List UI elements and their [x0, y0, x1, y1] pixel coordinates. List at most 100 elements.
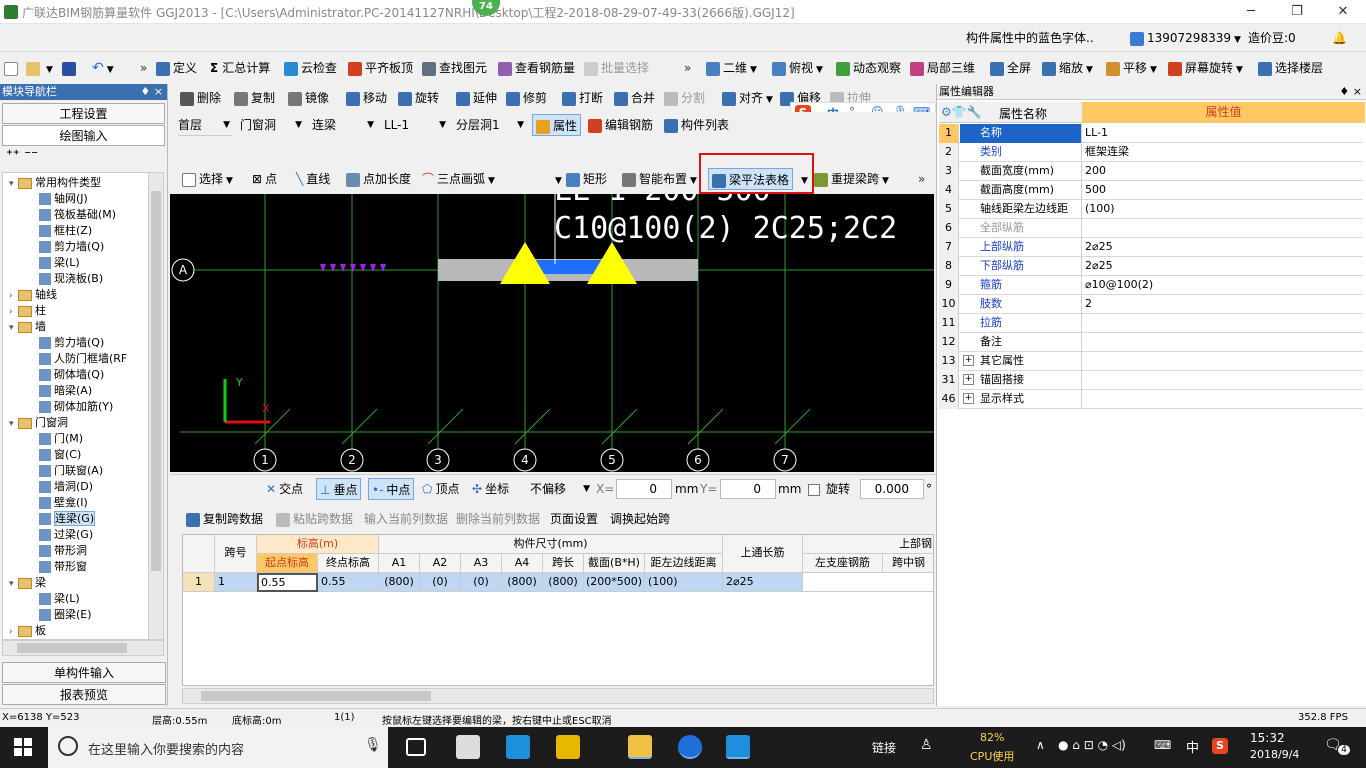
tree-folder[interactable]: ▾ 墙 [9, 319, 46, 335]
move-button[interactable]: 移动 [346, 87, 387, 109]
dynamic-view-button[interactable]: 动态观察 [836, 57, 901, 79]
overflow-chevron-icon-3[interactable]: » [918, 168, 925, 190]
property-value[interactable] [1082, 390, 1363, 409]
property-value[interactable] [1082, 219, 1363, 238]
zoom-dropdown[interactable]: 缩放 ▼ [1042, 57, 1093, 79]
expand-icon[interactable]: › [9, 624, 18, 639]
tree-item[interactable]: 剪力墙(Q) [39, 335, 104, 351]
delete-button[interactable]: 删除 [180, 87, 221, 109]
tree-item[interactable]: 圈梁(E) [39, 607, 92, 623]
property-value[interactable] [1082, 352, 1363, 371]
task-view-icon[interactable] [406, 738, 426, 756]
type-select[interactable]: 连梁 ▼ [312, 114, 376, 136]
collapse-icon[interactable]: ▾ [9, 416, 18, 432]
property-toggle[interactable]: 属性 [532, 114, 582, 136]
property-row[interactable]: 31 + 锚固搭接 [939, 371, 1363, 390]
break-button[interactable]: 打断 [562, 87, 603, 109]
expand-group-icon[interactable]: + [963, 374, 974, 385]
open-folder-icon[interactable]: ▼ [26, 57, 53, 79]
property-row[interactable]: 9 箍筋 ⌀10@100(2) [939, 276, 1363, 295]
property-row[interactable]: 8 下部纵筋 2⌀25 [939, 257, 1363, 276]
property-toolbar-icons[interactable]: ⚙👕🔧 [941, 105, 982, 119]
tree-item[interactable]: 轴网(J) [39, 191, 88, 207]
tree-folder[interactable]: ▾ 门窗洞 [9, 415, 68, 431]
offset-mode-select[interactable]: 不偏移 ▼ [530, 478, 592, 500]
y-input[interactable]: 0 [720, 479, 776, 499]
tree-folder[interactable]: › 板 [9, 623, 46, 639]
project-settings-button[interactable]: 工程设置 [2, 103, 165, 124]
property-row[interactable]: 1 名称 LL-1 [939, 124, 1363, 143]
cell-a4[interactable]: (800) [502, 573, 543, 591]
tree-item[interactable]: 窗(C) [39, 447, 81, 463]
property-value[interactable]: 200 [1082, 162, 1363, 181]
element-select[interactable]: LL-1 ▼ [384, 114, 448, 136]
cell-span-length[interactable]: (800) [543, 573, 584, 591]
tree-hscrollbar[interactable] [2, 640, 164, 656]
mic-icon[interactable]: 🎙 [364, 737, 382, 753]
expand-group-icon[interactable]: + [963, 393, 974, 404]
property-value[interactable] [1082, 371, 1363, 390]
property-value[interactable]: LL-1 [1082, 124, 1363, 143]
tree-folder[interactable]: ▾ 梁 [9, 575, 46, 591]
find-element-button[interactable]: 查找图元 [422, 57, 487, 79]
pan-dropdown[interactable]: 平移 ▼ [1106, 57, 1157, 79]
element-list-button[interactable]: 构件列表 [664, 114, 729, 136]
tree-item[interactable]: 剪力墙(Q) [39, 239, 104, 255]
swap-start-button[interactable]: 调换起始跨 [610, 508, 670, 530]
property-value[interactable]: 2 [1082, 295, 1363, 314]
select-dropdown[interactable]: 选择 ▼ [182, 168, 233, 190]
tree-folder[interactable]: ▾ 常用构件类型 [9, 175, 101, 191]
property-row[interactable]: 3 截面宽度(mm) 200 [939, 162, 1363, 181]
property-row[interactable]: 46 + 显示样式 [939, 390, 1363, 409]
shape-dropdown[interactable]: ▼ [552, 168, 562, 190]
copy-button[interactable]: 复制 [234, 87, 275, 109]
grid-hscrollbar[interactable] [182, 688, 934, 704]
drawing-canvas[interactable]: A 1 2 3 4 5 6 7 Y X LL-1 200*500 C10@100… [170, 194, 934, 472]
glodon-rebar-icon[interactable] [726, 735, 750, 759]
close-button[interactable]: ✕ [1320, 0, 1366, 24]
report-preview-button[interactable]: 报表预览 [2, 684, 166, 705]
view-2d-dropdown[interactable]: 二维 ▼ [706, 57, 757, 79]
tree-item[interactable]: 门(M) [39, 431, 83, 447]
cell-start-elev[interactable]: 0.55 [257, 573, 318, 592]
save-icon[interactable] [62, 57, 79, 79]
edit-rebar-button[interactable]: 编辑钢筋 [588, 114, 653, 136]
property-value[interactable] [1082, 314, 1363, 333]
collapse-icon[interactable]: ▾ [9, 176, 18, 192]
tree-item[interactable]: 暗梁(A) [39, 383, 92, 399]
property-row[interactable]: 4 截面高度(mm) 500 [939, 181, 1363, 200]
table-row[interactable]: 1 1 0.55 0.55 (800) (0) (0) (800) (800) … [183, 573, 933, 592]
link-toolbar[interactable]: 链接 [872, 739, 896, 756]
bean-balance[interactable]: 造价豆:0 [1248, 27, 1296, 49]
cell-a1[interactable]: (800) [379, 573, 420, 591]
overflow-chevron-icon[interactable]: » [140, 57, 147, 79]
align-dropdown[interactable]: 对齐 ▼ [722, 87, 773, 109]
overflow-chevron-icon-2[interactable]: » [684, 57, 691, 79]
collapse-icon[interactable]: ▾ [9, 576, 18, 592]
snap-perp-toggle[interactable]: ⊥ 垂点 [316, 478, 362, 500]
tree-item[interactable]: 过梁(G) [39, 527, 93, 543]
tree-item[interactable]: 墙洞(D) [39, 479, 93, 495]
notes-app-icon[interactable] [628, 735, 652, 759]
rotate-input[interactable]: 0.000 [860, 479, 924, 499]
single-input-button[interactable]: 单构件输入 [2, 662, 166, 683]
property-row[interactable]: 7 上部纵筋 2⌀25 [939, 238, 1363, 257]
property-row[interactable]: 13 + 其它属性 [939, 352, 1363, 371]
delete-column-button[interactable]: 删除当前列数据 [456, 508, 540, 530]
taskbar-app-icon[interactable] [556, 735, 580, 759]
snap-intersect-toggle[interactable]: ✕ 交点 [266, 478, 303, 500]
batch-select-button[interactable]: 批量选择 [584, 57, 649, 79]
glodon-app-icon[interactable] [678, 735, 702, 759]
rotate-screen-dropdown[interactable]: 屏幕旋转 ▼ [1168, 57, 1243, 79]
app-pinwheel-icon[interactable] [456, 735, 480, 759]
merge-button[interactable]: 合并 [614, 87, 655, 109]
tree-item[interactable]: 带形洞 [39, 543, 87, 559]
expand-icon[interactable]: › [9, 288, 18, 304]
tree-scrollbar[interactable] [148, 172, 164, 640]
property-value[interactable]: 500 [1082, 181, 1363, 200]
tree-item[interactable]: 人防门框墙(RF [39, 351, 127, 367]
edge-icon[interactable] [506, 735, 530, 759]
tray-icons[interactable]: ● ⌂ ⊡ ◔ ◁) [1058, 738, 1126, 752]
property-value[interactable]: 框架连梁 [1082, 143, 1363, 162]
tree-item[interactable]: 梁(L) [39, 591, 80, 607]
